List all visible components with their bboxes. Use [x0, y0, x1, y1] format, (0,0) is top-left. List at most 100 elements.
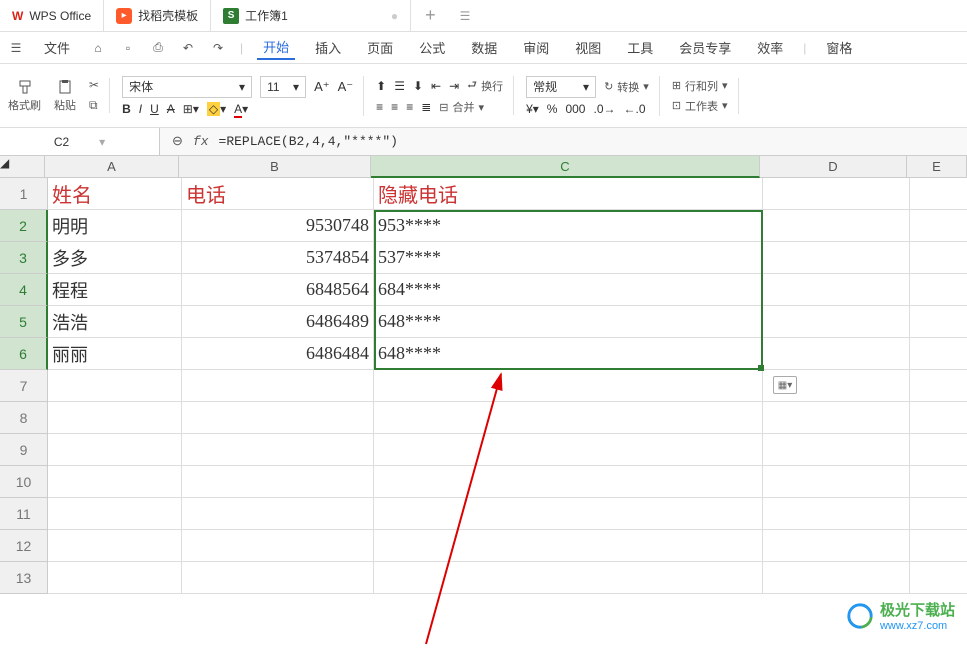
tab-workbook[interactable]: S 工作簿1 ● — [211, 0, 411, 31]
cell-E13[interactable] — [910, 562, 967, 594]
align-middle-button[interactable]: ☰ — [394, 79, 405, 93]
cell-B9[interactable] — [182, 434, 374, 466]
hamburger-icon[interactable]: ☰ — [8, 40, 24, 56]
cell-E12[interactable] — [910, 530, 967, 562]
format-painter-button[interactable]: 格式刷 — [8, 79, 41, 113]
cell-A9[interactable] — [48, 434, 182, 466]
cell-E10[interactable] — [910, 466, 967, 498]
cell-D8[interactable] — [763, 402, 910, 434]
cell-B5[interactable]: 6486489 — [182, 306, 374, 338]
decimal-dec-button[interactable]: ←.0 — [624, 102, 646, 116]
cell-C6[interactable]: 648**** — [374, 338, 763, 370]
menu-efficiency[interactable]: 效率 — [751, 36, 789, 59]
cell-E9[interactable] — [910, 434, 967, 466]
menu-insert[interactable]: 插入 — [309, 36, 347, 59]
cell-B12[interactable] — [182, 530, 374, 562]
cell-D1[interactable] — [763, 178, 910, 210]
rows-cols-button[interactable]: ⊞ 行和列▾ — [672, 78, 728, 94]
cell-D5[interactable] — [763, 306, 910, 338]
percent-button[interactable]: % — [547, 102, 558, 116]
font-color-button[interactable]: A▾ — [234, 102, 248, 116]
menu-data[interactable]: 数据 — [465, 36, 503, 59]
print-icon[interactable]: ⎙ — [150, 40, 166, 56]
cell-C3[interactable]: 537**** — [374, 242, 763, 274]
wrap-button[interactable]: ⮐ 换行 — [467, 76, 503, 95]
row-header-5[interactable]: 5 — [0, 306, 48, 338]
autofill-options-button[interactable]: ▦▾ — [773, 376, 797, 394]
menu-review[interactable]: 审阅 — [517, 36, 555, 59]
align-top-button[interactable]: ⬆ — [376, 79, 386, 93]
row-header-7[interactable]: 7 — [0, 370, 48, 402]
row-header-8[interactable]: 8 — [0, 402, 48, 434]
tab-list-button[interactable]: ☰ — [450, 9, 481, 23]
cell-C11[interactable] — [374, 498, 763, 530]
cell-A4[interactable]: 程程 — [48, 274, 182, 306]
cell-C10[interactable] — [374, 466, 763, 498]
number-format-select[interactable]: 常规▾ — [526, 76, 596, 98]
cell-B13[interactable] — [182, 562, 374, 594]
font-increase-button[interactable]: A⁺ — [314, 79, 330, 95]
cell-B1[interactable]: 电话 — [182, 178, 374, 210]
redo-icon[interactable]: ↷ — [210, 40, 226, 56]
name-box[interactable]: C2 ▾ — [0, 128, 160, 155]
cell-B10[interactable] — [182, 466, 374, 498]
menu-pane[interactable]: 窗格 — [820, 36, 858, 59]
row-header-6[interactable]: 6 — [0, 338, 48, 370]
convert-button[interactable]: ↻ 转换▾ — [604, 79, 649, 95]
border-button[interactable]: ⊞▾ — [183, 102, 199, 116]
menu-view[interactable]: 视图 — [569, 36, 607, 59]
underline-button[interactable]: U — [150, 102, 159, 116]
align-justify-button[interactable]: ≣ — [421, 100, 431, 114]
cell-E11[interactable] — [910, 498, 967, 530]
indent-inc-button[interactable]: ⇥ — [449, 79, 459, 93]
menu-file[interactable]: 文件 — [38, 36, 76, 59]
cell-B11[interactable] — [182, 498, 374, 530]
cell-E3[interactable] — [910, 242, 967, 274]
menu-member[interactable]: 会员专享 — [673, 36, 737, 59]
cell-D6[interactable] — [763, 338, 910, 370]
cell-D13[interactable] — [763, 562, 910, 594]
cell-B2[interactable]: 9530748 — [182, 210, 374, 242]
cut-button[interactable]: ✂ — [89, 78, 99, 92]
cell-E6[interactable] — [910, 338, 967, 370]
row-header-11[interactable]: 11 — [0, 498, 48, 530]
cell-C7[interactable] — [374, 370, 763, 402]
menu-tools[interactable]: 工具 — [621, 36, 659, 59]
italic-button[interactable]: I — [139, 102, 142, 116]
menu-start[interactable]: 开始 — [257, 35, 295, 60]
cell-B7[interactable] — [182, 370, 374, 402]
cell-B3[interactable]: 5374854 — [182, 242, 374, 274]
tab-template[interactable]: ▸ 找稻壳模板 — [104, 0, 211, 31]
col-header-D[interactable]: D — [760, 156, 907, 178]
row-header-1[interactable]: 1 — [0, 178, 48, 210]
cell-A10[interactable] — [48, 466, 182, 498]
tab-wps[interactable]: W WPS Office — [0, 0, 104, 31]
cell-A5[interactable]: 浩浩 — [48, 306, 182, 338]
cell-D3[interactable] — [763, 242, 910, 274]
cell-B6[interactable]: 6486484 — [182, 338, 374, 370]
font-name-select[interactable]: 宋体▾ — [122, 76, 252, 98]
font-size-select[interactable]: 11▾ — [260, 76, 306, 98]
cell-E1[interactable] — [910, 178, 967, 210]
menu-formula[interactable]: 公式 — [413, 36, 451, 59]
cell-A12[interactable] — [48, 530, 182, 562]
strike-button[interactable]: A — [167, 102, 175, 116]
cell-A6[interactable]: 丽丽 — [48, 338, 182, 370]
decimal-inc-button[interactable]: .0→ — [593, 102, 615, 116]
cell-E2[interactable] — [910, 210, 967, 242]
cell-D10[interactable] — [763, 466, 910, 498]
col-header-A[interactable]: A — [45, 156, 179, 178]
copy-button[interactable]: ⧉ — [89, 98, 99, 113]
undo-icon[interactable]: ↶ — [180, 40, 196, 56]
cell-B4[interactable]: 6848564 — [182, 274, 374, 306]
cell-A2[interactable]: 明明 — [48, 210, 182, 242]
cell-D2[interactable] — [763, 210, 910, 242]
bold-button[interactable]: B — [122, 102, 131, 116]
cell-D9[interactable] — [763, 434, 910, 466]
cell-B8[interactable] — [182, 402, 374, 434]
cell-E5[interactable] — [910, 306, 967, 338]
col-header-E[interactable]: E — [907, 156, 967, 178]
paste-button[interactable]: 粘贴 — [49, 79, 81, 113]
row-header-9[interactable]: 9 — [0, 434, 48, 466]
cell-C12[interactable] — [374, 530, 763, 562]
